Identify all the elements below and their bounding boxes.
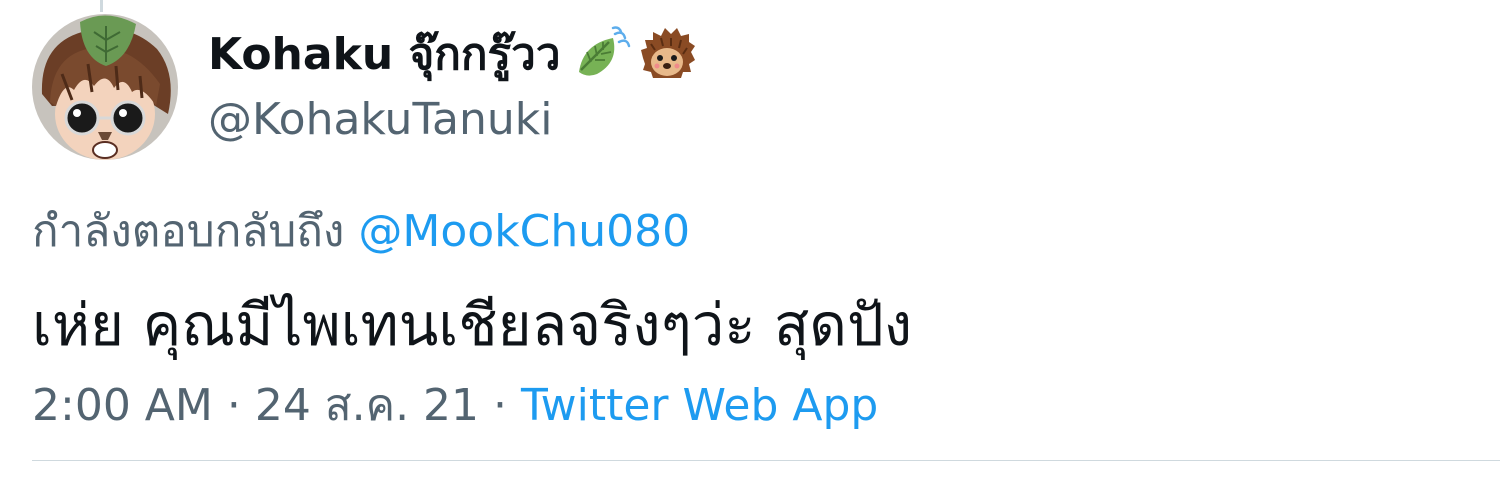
avatar-illustration	[32, 14, 178, 160]
tweet-meta: 2:00 AM · 24 ส.ค. 21 · Twitter Web App	[32, 370, 878, 440]
meta-separator: ·	[479, 380, 522, 431]
tweet-text: เห่ย คุณมีไพเทนเชียลจริงๆว่ะ สุดปัง	[32, 291, 913, 359]
tweet-source-link[interactable]: Twitter Web App	[521, 380, 878, 431]
tweet-date[interactable]: 24 ส.ค. 21	[255, 380, 479, 431]
thread-connector-line	[100, 0, 103, 12]
reply-mention-link[interactable]: @MookChu080	[358, 206, 690, 257]
avatar[interactable]	[32, 14, 178, 160]
display-name-row: Kohaku จุ๊กกรู๊วว	[208, 24, 1108, 84]
divider	[32, 460, 1500, 461]
meta-separator: ·	[212, 380, 255, 431]
author-handle[interactable]: @KohakuTanuki	[208, 94, 1108, 145]
replying-to-line: กำลังตอบกลับถึง @MookChu080	[32, 196, 690, 266]
display-name[interactable]: Kohaku จุ๊กกรู๊วว	[208, 19, 561, 89]
tweet-time[interactable]: 2:00 AM	[32, 380, 213, 431]
author-info: Kohaku จุ๊กกรู๊วว @KohakuTanuki	[208, 24, 1108, 145]
hedgehog-icon	[639, 26, 695, 82]
leaf-fluttering-in-wind-icon	[575, 26, 631, 82]
replying-to-label: กำลังตอบกลับถึง	[32, 206, 345, 257]
